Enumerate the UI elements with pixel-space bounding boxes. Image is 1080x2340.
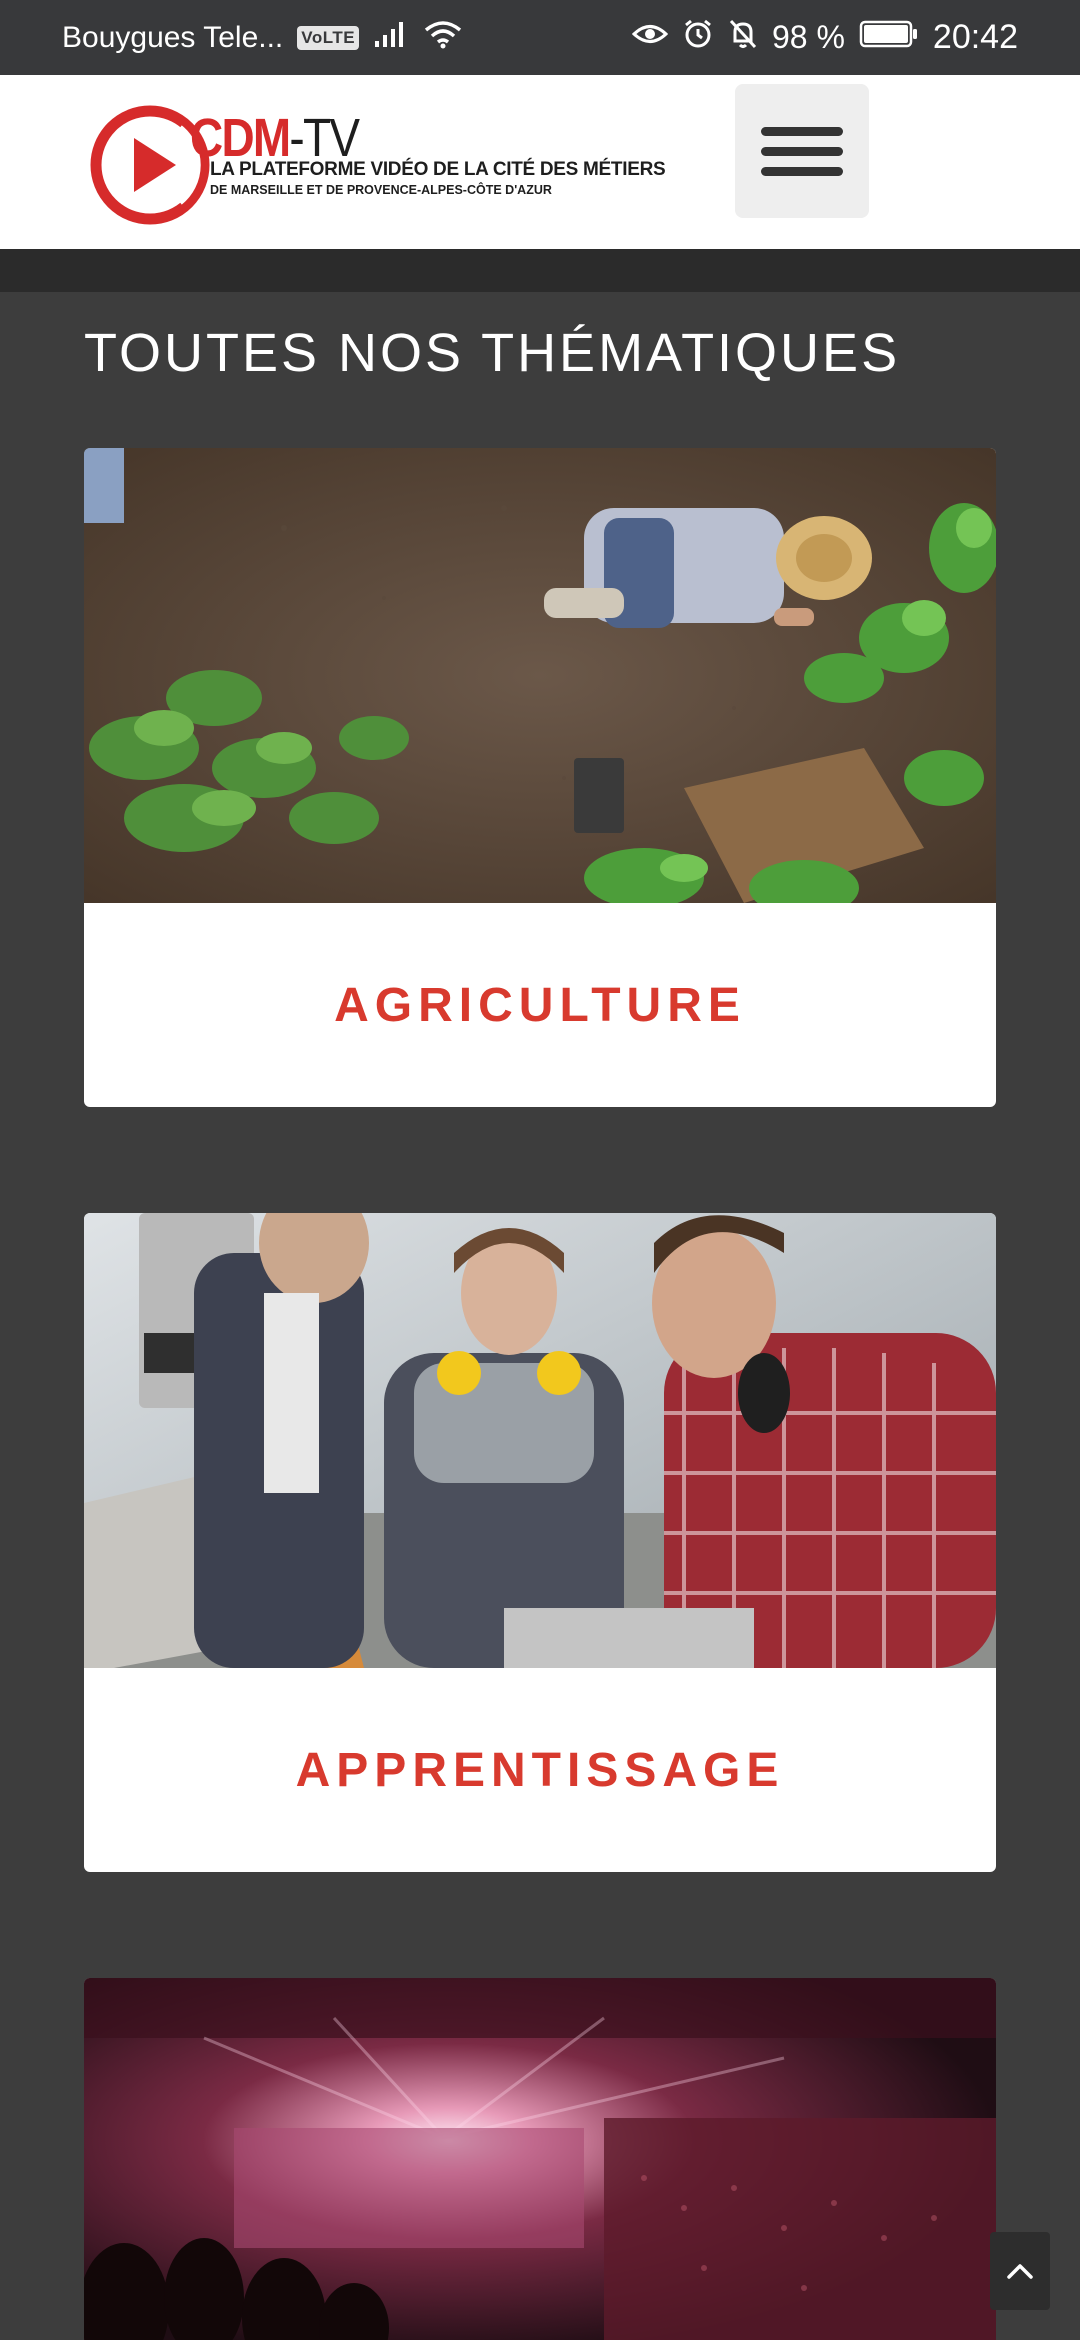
workshop-apprentices-photo [84,1213,996,1668]
theme-card-label: AGRICULTURE [334,978,746,1032]
carrier-name: Bouygues Tele... [62,20,284,54]
page-title: TOUTES NOS THÉMATIQUES [84,323,901,383]
logo-brand: CDM-TV [190,110,360,166]
hamburger-menu-icon-bar [761,166,843,176]
status-bar-left: Bouygues Tele... VoLTE [62,19,463,57]
chevron-up-icon [1007,2264,1033,2279]
clock: 20:42 [932,18,1018,56]
status-bar-right: 98 % 20:42 [631,18,1018,58]
hamburger-menu-button[interactable] [735,84,869,218]
concert-stage-photo [84,1978,996,2340]
logo-tagline-line2: DE MARSEILLE ET DE PROVENCE-ALPES-CÔTE D… [210,183,552,197]
header-bottom-strip [0,249,1080,292]
bell-off-icon [728,18,758,58]
wifi-icon [423,19,463,57]
theme-card-apprentissage[interactable]: APPRENTISSAGE [84,1213,996,1872]
site-logo[interactable]: CDM-TV LA PLATEFORME VIDÉO DE LA CITÉ DE… [88,100,668,230]
theme-card-label: APPRENTISSAGE [295,1743,785,1797]
theme-card-concert[interactable] [84,1978,996,2340]
logo-tagline-line1: LA PLATEFORME VIDÉO DE LA CITÉ DES MÉTIE… [210,159,666,180]
signal-icon [373,19,409,57]
logo-tagline: LA PLATEFORME VIDÉO DE LA CITÉ DES MÉTIE… [210,160,670,200]
scroll-to-top-button[interactable] [990,2232,1050,2310]
hamburger-menu-icon-bar [761,146,843,156]
battery-icon [859,19,919,57]
volte-badge: VoLTE [297,25,360,50]
site-header: CDM-TV LA PLATEFORME VIDÉO DE LA CITÉ DE… [0,75,1080,249]
status-bar: Bouygues Tele... VoLTE 98 % 20:42 [0,0,1080,75]
eye-icon [631,19,669,57]
theme-card-agriculture[interactable]: AGRICULTURE [84,448,996,1107]
farmers-planting-photo [84,448,996,903]
alarm-icon [682,18,714,58]
hamburger-menu-icon [761,126,843,136]
battery-percent: 98 % [771,19,845,55]
